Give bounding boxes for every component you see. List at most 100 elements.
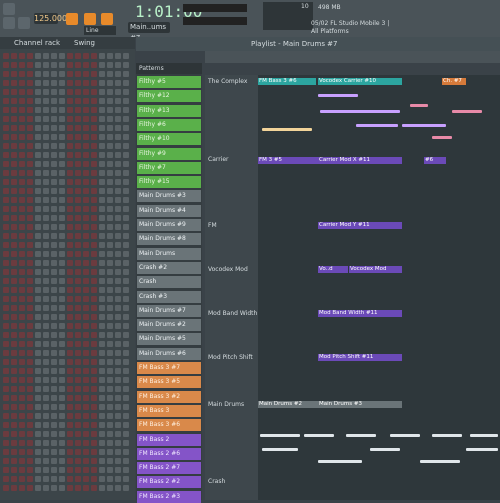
step-pad[interactable] xyxy=(59,467,65,473)
step-pad[interactable] xyxy=(11,332,17,338)
step-pad[interactable] xyxy=(11,413,17,419)
track-label[interactable]: Vocodex Mod xyxy=(205,266,261,273)
channel-row[interactable] xyxy=(1,52,134,61)
step-pad[interactable] xyxy=(99,62,105,68)
step-pad[interactable] xyxy=(123,296,129,302)
step-pad[interactable] xyxy=(19,125,25,131)
step-pad[interactable] xyxy=(83,224,89,230)
step-pad[interactable] xyxy=(35,440,41,446)
step-pad[interactable] xyxy=(35,404,41,410)
step-pad[interactable] xyxy=(75,242,81,248)
step-pad[interactable] xyxy=(19,386,25,392)
channel-row[interactable] xyxy=(1,340,134,349)
step-pad[interactable] xyxy=(19,206,25,212)
step-pad[interactable] xyxy=(11,359,17,365)
step-pad[interactable] xyxy=(107,458,113,464)
step-pad[interactable] xyxy=(51,341,57,347)
channel-row[interactable] xyxy=(1,151,134,160)
step-pad[interactable] xyxy=(107,71,113,77)
step-pad[interactable] xyxy=(99,278,105,284)
step-pad[interactable] xyxy=(115,359,121,365)
step-pad[interactable] xyxy=(67,314,73,320)
step-pad[interactable] xyxy=(99,188,105,194)
pattern-item[interactable]: Crash xyxy=(137,276,201,289)
step-pad[interactable] xyxy=(3,296,9,302)
step-pad[interactable] xyxy=(11,125,17,131)
step-pad[interactable] xyxy=(27,251,33,257)
step-pad[interactable] xyxy=(3,278,9,284)
step-pad[interactable] xyxy=(11,53,17,59)
step-pad[interactable] xyxy=(43,179,49,185)
step-pad[interactable] xyxy=(83,395,89,401)
step-pad[interactable] xyxy=(51,206,57,212)
step-pad[interactable] xyxy=(59,458,65,464)
step-pad[interactable] xyxy=(43,161,49,167)
step-pad[interactable] xyxy=(35,476,41,482)
step-pad[interactable] xyxy=(43,377,49,383)
step-pad[interactable] xyxy=(11,62,17,68)
pattern-item[interactable]: FM Bass 3 xyxy=(137,404,201,417)
step-pad[interactable] xyxy=(19,332,25,338)
step-pad[interactable] xyxy=(107,431,113,437)
pattern-item[interactable]: Main Drums #4 xyxy=(137,204,201,217)
step-pad[interactable] xyxy=(115,251,121,257)
step-pad[interactable] xyxy=(59,233,65,239)
step-pad[interactable] xyxy=(67,143,73,149)
step-pad[interactable] xyxy=(3,179,9,185)
step-pad[interactable] xyxy=(27,98,33,104)
step-pad[interactable] xyxy=(83,476,89,482)
step-pad[interactable] xyxy=(83,62,89,68)
step-pad[interactable] xyxy=(27,305,33,311)
step-pad[interactable] xyxy=(115,467,121,473)
step-pad[interactable] xyxy=(99,107,105,113)
step-pad[interactable] xyxy=(3,449,9,455)
step-pad[interactable] xyxy=(51,386,57,392)
pattern-item[interactable]: Filthy #7 xyxy=(137,161,201,174)
step-pad[interactable] xyxy=(11,458,17,464)
step-pad[interactable] xyxy=(19,143,25,149)
step-pad[interactable] xyxy=(59,98,65,104)
step-pad[interactable] xyxy=(83,332,89,338)
pattern-item[interactable]: Filthy #13 xyxy=(137,104,201,117)
step-pad[interactable] xyxy=(51,269,57,275)
step-pad[interactable] xyxy=(115,62,121,68)
step-pad[interactable] xyxy=(75,278,81,284)
step-pad[interactable] xyxy=(35,395,41,401)
tempo-display[interactable]: 125.000 xyxy=(34,13,67,24)
step-pad[interactable] xyxy=(107,269,113,275)
step-pad[interactable] xyxy=(27,53,33,59)
step-pad[interactable] xyxy=(51,53,57,59)
step-pad[interactable] xyxy=(3,467,9,473)
channel-row[interactable] xyxy=(1,61,134,70)
step-pad[interactable] xyxy=(43,107,49,113)
step-pad[interactable] xyxy=(35,233,41,239)
step-pad[interactable] xyxy=(43,152,49,158)
step-pad[interactable] xyxy=(27,89,33,95)
step-pad[interactable] xyxy=(91,305,97,311)
step-pad[interactable] xyxy=(91,242,97,248)
step-pad[interactable] xyxy=(11,188,17,194)
step-pad[interactable] xyxy=(27,431,33,437)
step-pad[interactable] xyxy=(27,476,33,482)
step-pad[interactable] xyxy=(123,269,129,275)
step-pad[interactable] xyxy=(43,89,49,95)
step-pad[interactable] xyxy=(107,206,113,212)
step-pad[interactable] xyxy=(107,440,113,446)
playlist-clip[interactable]: Vocodex Carrier #10 xyxy=(318,78,402,85)
step-pad[interactable] xyxy=(43,80,49,86)
step-pad[interactable] xyxy=(123,458,129,464)
step-pad[interactable] xyxy=(27,62,33,68)
step-pad[interactable] xyxy=(67,341,73,347)
step-pad[interactable] xyxy=(27,242,33,248)
step-pad[interactable] xyxy=(19,260,25,266)
step-pad[interactable] xyxy=(123,143,129,149)
channel-row[interactable] xyxy=(1,439,134,448)
step-pad[interactable] xyxy=(19,467,25,473)
step-pad[interactable] xyxy=(99,368,105,374)
step-pad[interactable] xyxy=(11,116,17,122)
channel-row[interactable] xyxy=(1,304,134,313)
step-pad[interactable] xyxy=(75,134,81,140)
step-pad[interactable] xyxy=(75,197,81,203)
step-pad[interactable] xyxy=(43,71,49,77)
step-pad[interactable] xyxy=(123,386,129,392)
